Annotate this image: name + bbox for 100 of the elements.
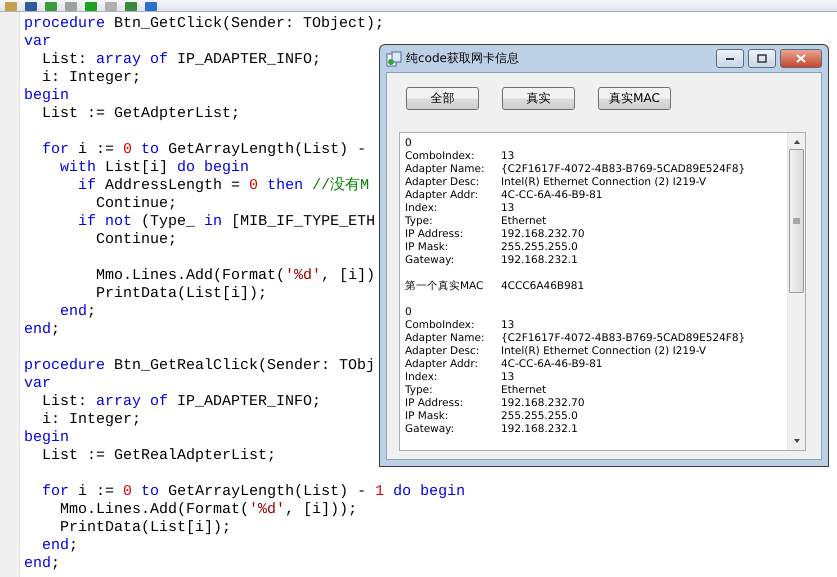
code-token: 1 xyxy=(375,483,384,501)
minimize-icon xyxy=(725,56,735,60)
memo-label: IP Mask: xyxy=(405,241,450,254)
memo-value: Intel(R) Ethernet Connection (2) I219-V xyxy=(501,176,706,189)
code-token: Continue; xyxy=(95,231,178,249)
memo-value: Ethernet xyxy=(501,384,546,397)
memo-text: 0 xyxy=(405,306,413,319)
code-token: [MIB_IF_TYPE_ETH xyxy=(230,213,376,231)
code-token: , [i]) xyxy=(321,267,376,285)
code-token: ; xyxy=(51,555,60,573)
code-token: 0 xyxy=(123,483,132,501)
code-token: IP_ADAPTER_INFO; xyxy=(176,51,322,69)
memo-value: 13 xyxy=(501,150,514,163)
code-token: , [i])); xyxy=(285,501,358,519)
code-token: PrintData(List[i]); xyxy=(95,285,268,303)
code-token: for xyxy=(41,141,70,159)
code-token: for xyxy=(41,483,70,501)
memo-label: IP Address: xyxy=(405,228,464,241)
code-token: do begin xyxy=(392,483,466,501)
maximize-button[interactable] xyxy=(748,49,776,68)
scrollbar[interactable] xyxy=(787,133,805,450)
memo-value: 192.168.232.1 xyxy=(501,423,578,436)
code-token: Btn_GetRealClick(Sender: TObj xyxy=(113,357,376,375)
code-token: //没有M xyxy=(311,177,370,195)
memo-label: Type: xyxy=(405,215,434,228)
memo-label: Adapter Desc: xyxy=(405,345,480,358)
maximize-icon xyxy=(757,54,767,63)
toolbar-icon[interactable] xyxy=(144,1,158,11)
code-token: '%d' xyxy=(285,267,322,285)
code-token: if xyxy=(77,177,96,195)
code-token: Btn_GetClick(Sender: TObject); xyxy=(113,15,384,33)
memo-label: Adapter Name: xyxy=(405,332,486,345)
code-token: then xyxy=(266,177,304,195)
code-token: array of xyxy=(96,393,168,411)
memo-value: 192.168.232.1 xyxy=(501,254,578,267)
memo-label: Type: xyxy=(405,384,434,397)
memo-value: Intel(R) Ethernet Connection (2) I219-V xyxy=(501,345,706,358)
memo-label: Adapter Name: xyxy=(405,163,486,176)
code-token: var xyxy=(24,375,52,393)
memo-value: 13 xyxy=(501,371,514,384)
code-token: 0 xyxy=(123,141,132,159)
code-token: AddressLength = xyxy=(104,177,242,195)
minimize-button[interactable] xyxy=(716,49,744,68)
action-button[interactable]: 真实MAC xyxy=(598,87,671,110)
scroll-up-icon[interactable] xyxy=(792,138,800,146)
memo-value: Ethernet xyxy=(501,215,546,228)
code-token: end xyxy=(59,303,88,321)
window-title: 纯code获取网卡信息 xyxy=(406,50,520,67)
code-token: List := GetRealAdpterList; xyxy=(41,447,276,465)
memo-label: Index: xyxy=(405,371,438,384)
code-token: Continue; xyxy=(95,195,178,213)
code-token: Mmo.Lines.Add(Format( xyxy=(95,267,286,285)
code-token: end xyxy=(24,555,52,573)
code-token: IP_ADAPTER_INFO; xyxy=(176,393,322,411)
code-token: var xyxy=(24,33,52,51)
code-token: Mmo.Lines.Add(Format( xyxy=(59,501,250,519)
memo-value: 192.168.232.70 xyxy=(501,397,584,410)
close-button[interactable] xyxy=(780,49,822,68)
memo-value: {C2F1617F-4072-4B83-B769-5CAD89E524F8} xyxy=(501,332,746,345)
code-token: ; xyxy=(87,303,96,321)
output-memo[interactable] xyxy=(399,132,806,451)
memo-value: 192.168.232.70 xyxy=(501,228,584,241)
code-token: List: xyxy=(41,393,88,411)
memo-value: {C2F1617F-4072-4B83-B769-5CAD89E524F8} xyxy=(501,163,746,176)
scroll-thumb[interactable] xyxy=(789,149,804,293)
code-token: 0 xyxy=(249,177,258,195)
action-button[interactable]: 真实 xyxy=(502,87,575,110)
action-button[interactable]: 全部 xyxy=(406,87,479,110)
code-token: i: Integer; xyxy=(41,411,142,429)
code-token: PrintData(List[i]); xyxy=(59,519,232,537)
toolbar-icon[interactable] xyxy=(84,1,98,11)
memo-label: Gateway: xyxy=(405,254,456,267)
code-token: ; xyxy=(69,537,78,555)
code-token: List: xyxy=(41,51,88,69)
memo-label: IP Address: xyxy=(405,397,464,410)
code-token: begin xyxy=(24,429,70,447)
memo-value: 4CCC6A46B981 xyxy=(501,280,584,293)
code-token: List := GetAdpterList; xyxy=(41,105,240,123)
memo-label: 第一个真实MAC xyxy=(405,280,484,293)
memo-value: 255.255.255.0 xyxy=(501,410,578,423)
memo-value: 13 xyxy=(501,319,514,332)
code-token: '%d' xyxy=(249,501,286,519)
memo-label: Gateway: xyxy=(405,423,456,436)
code-token: GetArrayLength(List) - xyxy=(167,141,366,159)
scroll-down-icon[interactable] xyxy=(792,437,800,445)
memo-label: Adapter Desc: xyxy=(405,176,480,189)
code-token: ; xyxy=(51,321,60,339)
code-token: List[i] xyxy=(104,159,170,177)
code-token: i: Integer; xyxy=(41,69,142,87)
code-token: if not xyxy=(77,213,132,231)
toolbar-icon[interactable] xyxy=(124,1,138,11)
memo-label: Adapter Addr: xyxy=(405,189,479,202)
memo-text: 0 xyxy=(405,137,413,150)
code-token: to xyxy=(140,141,160,159)
toolbar-icon[interactable] xyxy=(44,1,58,11)
code-token: end xyxy=(41,537,70,555)
code-token: with xyxy=(59,159,96,177)
code-token: end xyxy=(24,321,52,339)
code-token: GetArrayLength(List) - xyxy=(167,483,368,501)
toolbar-icon[interactable] xyxy=(24,1,38,11)
